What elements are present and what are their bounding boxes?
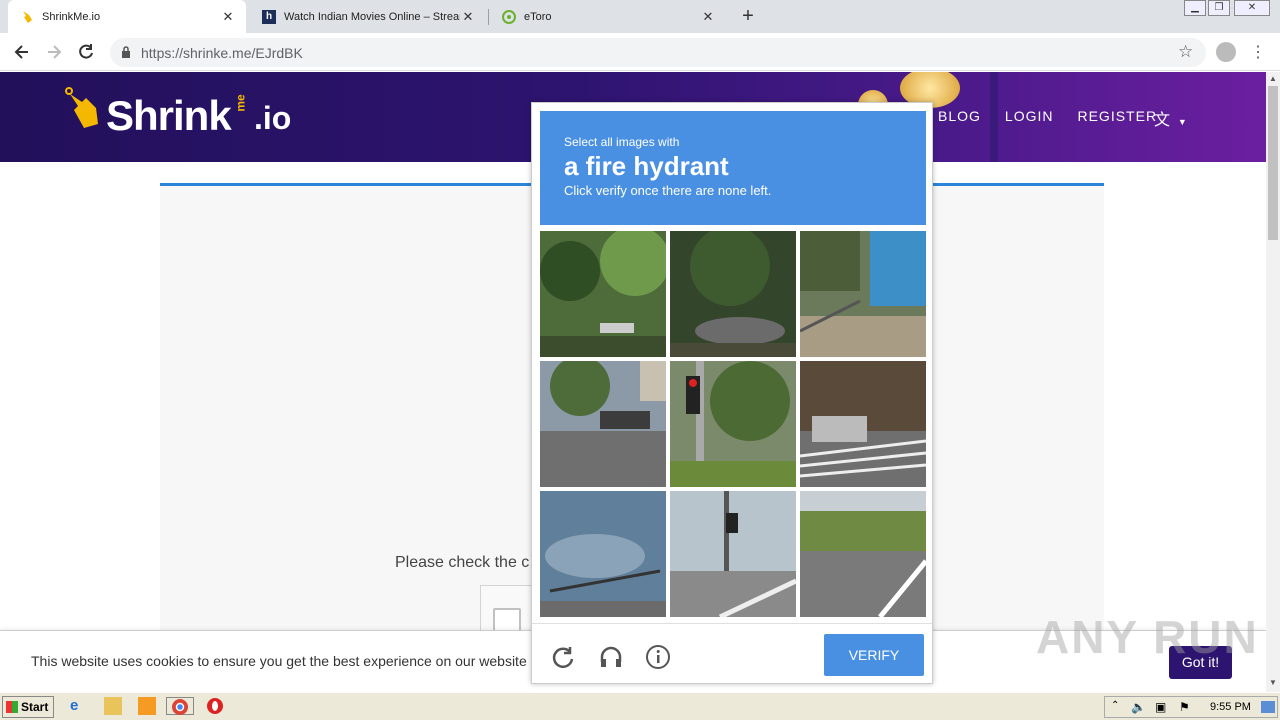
cookie-message: This website uses cookies to ensure you …	[31, 653, 527, 669]
scroll-up-arrow[interactable]: ▲	[1266, 72, 1280, 86]
tile-traffic-light[interactable]	[670, 361, 796, 487]
caret-down-icon: ▼	[1177, 117, 1187, 127]
volume-icon[interactable]: 🔈	[1131, 700, 1146, 714]
challenge-footer: VERIFY	[532, 623, 932, 683]
tile-debris-forest[interactable]	[670, 231, 796, 357]
language-selector[interactable]: 文 ▼	[1154, 106, 1194, 130]
translate-icon: 文	[1154, 112, 1171, 129]
start-label: Start	[21, 700, 49, 714]
close-icon[interactable]: ✕	[220, 9, 236, 25]
tile-parked-car[interactable]	[540, 361, 666, 487]
close-icon[interactable]: ✕	[700, 9, 716, 25]
start-button[interactable]: Start	[2, 696, 54, 718]
tab-title: eToro	[524, 10, 552, 23]
challenge-header: Select all images with a fire hydrant Cl…	[540, 111, 926, 225]
tab-title: ShrinkMe.io	[42, 10, 101, 23]
clock: 9:55 PM	[1210, 701, 1251, 713]
tile-road-curve[interactable]	[800, 491, 926, 617]
tile-boat-trailer[interactable]	[540, 491, 666, 617]
windows-taskbar: Start e ⌃ 🔈 ▣ ⚑ 9:55 PM	[0, 692, 1280, 720]
challenge-target: a fire hydrant	[564, 151, 729, 181]
lock-icon	[121, 46, 131, 64]
tab-etoro[interactable]: eToro ✕	[490, 0, 726, 33]
tab-shrinkme[interactable]: ShrinkMe.io ✕	[8, 0, 246, 33]
profile-avatar[interactable]	[1216, 42, 1236, 62]
tab-indian-movies[interactable]: h Watch Indian Movies Online – Stream ✕	[250, 0, 486, 33]
minimize-button[interactable]: ▁	[1184, 0, 1206, 16]
chrome-icon[interactable]	[166, 697, 194, 715]
page-scrollbar[interactable]: ▲ ▼	[1266, 72, 1280, 692]
tile-blue-truck[interactable]	[800, 231, 926, 357]
anyrun-watermark: ANY RUN	[1036, 611, 1259, 663]
logo-io: .io	[254, 100, 292, 136]
challenge-prompt: Select all images with	[564, 135, 680, 149]
address-bar[interactable]: https://shrinke.me/EJrdBK ☆	[110, 38, 1206, 67]
close-window-button[interactable]: ✕	[1234, 0, 1270, 16]
folder-icon[interactable]	[104, 697, 122, 715]
headphones-icon[interactable]	[598, 644, 624, 670]
h-logo-icon: h	[262, 9, 276, 24]
tab-separator	[488, 9, 489, 25]
star-icon[interactable]: ☆	[1178, 42, 1193, 62]
windows-logo-icon	[6, 701, 18, 713]
media-player-icon[interactable]	[138, 697, 156, 715]
tile-trees-park[interactable]	[540, 231, 666, 357]
tile-street-signal[interactable]	[670, 491, 796, 617]
etoro-icon	[502, 9, 516, 24]
info-icon[interactable]	[645, 644, 671, 670]
captcha-challenge: Select all images with a fire hydrant Cl…	[531, 102, 933, 684]
network-icon[interactable]: ▣	[1155, 700, 1166, 714]
hand-icon	[20, 10, 34, 24]
browser-toolbar: https://shrinke.me/EJrdBK ☆ ⋮	[0, 33, 1280, 71]
scroll-thumb[interactable]	[1268, 86, 1278, 240]
maximize-button[interactable]: ❐	[1208, 0, 1230, 16]
check-instruction: Please check the c	[395, 554, 530, 571]
site-logo[interactable]: Shrink me .io	[64, 86, 304, 146]
opera-icon[interactable]	[206, 697, 224, 715]
logo-me: me	[233, 94, 248, 112]
ie-icon[interactable]: e	[70, 697, 88, 715]
tab-strip: ShrinkMe.io ✕ h Watch Indian Movies Onli…	[0, 0, 1280, 33]
forward-button[interactable]	[44, 42, 64, 62]
show-desktop-icon[interactable]	[1261, 701, 1275, 713]
top-nav: BLOG LOGIN REGISTER	[938, 108, 1181, 124]
tray-arrow-icon[interactable]: ⌃	[1111, 700, 1119, 711]
hand-icon	[65, 87, 98, 128]
url-path: /EJrdBK	[251, 45, 303, 61]
flag-icon[interactable]: ⚑	[1179, 700, 1190, 714]
tile-crosswalk-suv[interactable]	[800, 361, 926, 487]
tab-title: Watch Indian Movies Online – Stream	[284, 10, 460, 23]
menu-icon[interactable]: ⋮	[1250, 42, 1266, 62]
scroll-down-arrow[interactable]: ▼	[1266, 676, 1280, 690]
nav-login[interactable]: LOGIN	[1005, 108, 1054, 124]
reload-button[interactable]	[76, 42, 96, 62]
verify-button[interactable]: VERIFY	[824, 634, 924, 676]
logo-text: Shrink	[106, 92, 232, 139]
challenge-hint: Click verify once there are none left.	[564, 183, 772, 198]
back-button[interactable]	[12, 42, 32, 62]
new-tab-button[interactable]: +	[738, 6, 758, 26]
system-tray: ⌃ 🔈 ▣ ⚑ 9:55 PM	[1104, 696, 1278, 718]
nav-blog[interactable]: BLOG	[938, 108, 981, 124]
url-host: https://shrinke.me	[141, 45, 252, 61]
image-grid	[540, 231, 926, 617]
refresh-icon[interactable]	[550, 644, 576, 670]
nav-register[interactable]: REGISTER	[1077, 108, 1157, 124]
close-icon[interactable]: ✕	[460, 9, 476, 25]
